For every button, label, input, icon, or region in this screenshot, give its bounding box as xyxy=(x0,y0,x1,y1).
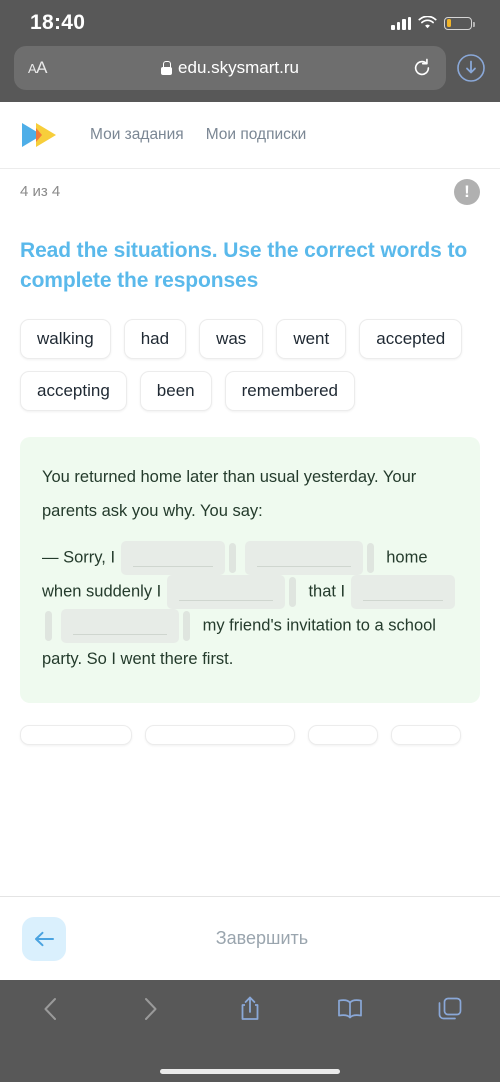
safari-top-chrome: 18:40 AA edu.skysmart.ru xyxy=(0,0,500,102)
browser-forward-button[interactable] xyxy=(136,994,164,1024)
address-bar[interactable]: AA edu.skysmart.ru xyxy=(14,46,446,90)
word-chip[interactable]: remembered xyxy=(224,370,355,411)
sentence-mid3: my friend's xyxy=(202,616,282,635)
home-indicator xyxy=(160,1069,340,1074)
next-word-bank-partial xyxy=(20,724,480,745)
battery-low-icon xyxy=(444,16,475,30)
site-nav: Мои задания Мои подписки xyxy=(90,126,306,144)
word-chip-partial[interactable] xyxy=(145,724,295,745)
exercise-prompt: You returned home later than usual yeste… xyxy=(42,467,417,520)
share-icon xyxy=(241,996,259,1020)
skysmart-logo-icon[interactable] xyxy=(18,118,62,152)
address-bar-row: AA edu.skysmart.ru xyxy=(0,46,500,90)
bookmarks-button[interactable] xyxy=(336,994,364,1024)
cellular-bars-icon xyxy=(391,16,411,30)
word-chip[interactable]: accepted xyxy=(359,318,463,359)
phone-screen: 18:40 AA edu.skysmart.ru Мои задания Мои… xyxy=(0,0,500,1082)
share-button[interactable] xyxy=(236,994,264,1024)
word-chip[interactable]: been xyxy=(139,370,212,411)
blank-slot-5[interactable] xyxy=(61,608,179,643)
word-chip[interactable]: accepting xyxy=(20,370,127,411)
status-time: 18:40 xyxy=(30,11,86,34)
word-chip[interactable]: had xyxy=(123,318,187,359)
finish-button[interactable]: Завершить xyxy=(90,928,478,949)
sentence-lead: — Sorry, I xyxy=(42,547,116,566)
reload-icon[interactable] xyxy=(412,58,432,78)
word-chip[interactable]: walking xyxy=(20,318,111,359)
word-chip-partial[interactable] xyxy=(308,724,378,745)
word-chip[interactable]: went xyxy=(276,318,347,359)
status-indicators xyxy=(391,16,475,30)
blank-slot-4[interactable] xyxy=(350,574,455,609)
url-display: edu.skysmart.ru xyxy=(14,58,446,78)
page-title: Read the situations. Use the correct wor… xyxy=(20,239,468,293)
slot-caret-icon xyxy=(228,542,236,573)
status-bar: 18:40 xyxy=(0,0,500,46)
downloads-icon[interactable] xyxy=(456,53,486,83)
exclamation-circle-icon[interactable]: ! xyxy=(454,178,480,205)
back-button[interactable] xyxy=(22,916,66,961)
arrow-left-icon xyxy=(35,931,54,946)
slot-caret-icon xyxy=(366,542,374,573)
slot-caret-icon xyxy=(183,610,190,641)
tabs-button[interactable] xyxy=(436,994,464,1024)
book-icon xyxy=(338,999,362,1019)
progress-row: 4 из 4 ! xyxy=(0,168,500,214)
word-chip[interactable]: was xyxy=(199,318,264,359)
site-header: Мои задания Мои подписки xyxy=(0,102,500,168)
nav-item-my-subscriptions[interactable]: Мои подписки xyxy=(206,126,307,144)
url-text: edu.skysmart.ru xyxy=(178,58,299,77)
word-bank: walking had was went accepted accepting … xyxy=(20,318,480,411)
word-chip-partial[interactable] xyxy=(391,724,461,745)
task-content: Read the situations. Use the correct wor… xyxy=(0,214,500,896)
exercise-card: You returned home later than usual yeste… xyxy=(20,436,480,703)
blank-slot-2[interactable] xyxy=(244,540,363,575)
browser-back-button[interactable] xyxy=(36,994,64,1024)
tabs-icon xyxy=(438,997,462,1020)
safari-bottom-toolbar xyxy=(0,980,500,1082)
exercise-sentence: — Sorry, I home when suddenly I that I m… xyxy=(42,540,458,677)
word-chip-partial[interactable] xyxy=(20,724,132,745)
action-bar: Завершить xyxy=(0,896,500,980)
chevron-left-icon xyxy=(44,998,56,1020)
progress-label: 4 из 4 xyxy=(20,183,61,200)
blank-slot-1[interactable] xyxy=(120,540,225,575)
lock-icon xyxy=(161,61,173,75)
text-size-button[interactable]: AA xyxy=(28,58,48,78)
nav-item-my-tasks[interactable]: Мои задания xyxy=(90,126,184,144)
wifi-icon xyxy=(418,16,437,29)
slot-caret-icon xyxy=(45,610,52,641)
slot-caret-icon xyxy=(288,576,296,607)
blank-slot-3[interactable] xyxy=(166,574,285,609)
sentence-mid2: that I xyxy=(308,582,346,601)
chevron-right-icon xyxy=(144,998,156,1020)
